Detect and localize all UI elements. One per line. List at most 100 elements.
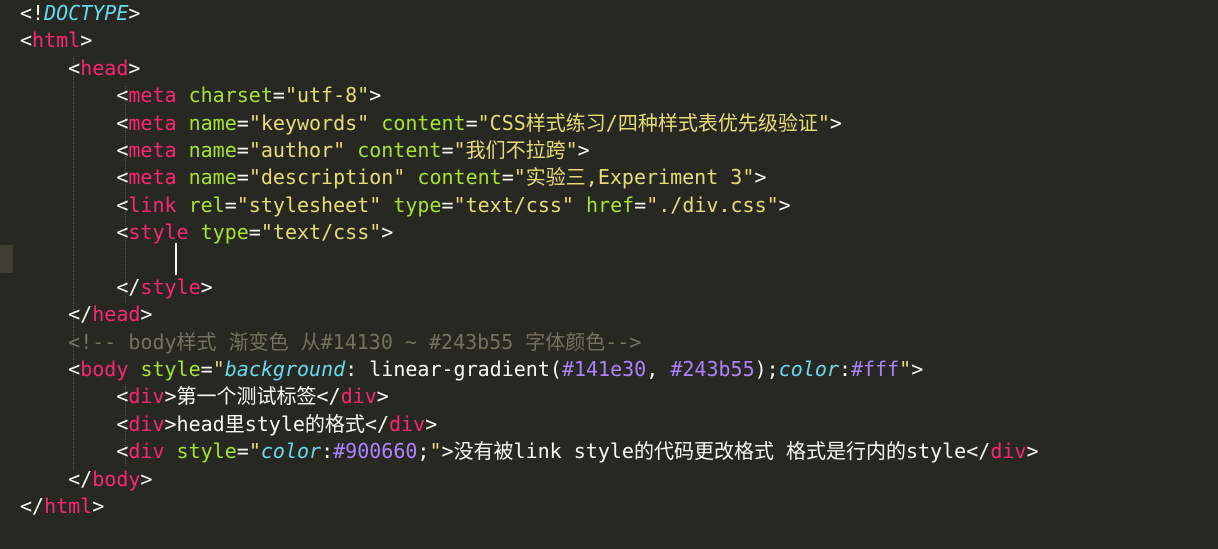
code-line[interactable]: <html> bbox=[20, 27, 1038, 54]
punctuation-token: < bbox=[20, 55, 81, 80]
code-line[interactable]: <meta charset="utf-8"> bbox=[20, 82, 1038, 109]
tag-name-token: head bbox=[80, 55, 129, 80]
punctuation-token: > bbox=[778, 192, 791, 217]
punctuation-token: head里style的格式 bbox=[176, 411, 365, 436]
attribute-name-token: name bbox=[188, 110, 237, 135]
tag-name-token: body bbox=[80, 357, 129, 382]
doctype-token: DOCTYPE bbox=[44, 1, 129, 25]
attribute-name-token: style bbox=[140, 357, 201, 382]
punctuation-token: < bbox=[20, 83, 129, 108]
punctuation-token bbox=[189, 220, 201, 244]
punctuation-token: ; bbox=[417, 439, 430, 464]
string-token: "CSS样式练习/四种样式表优先级验证" bbox=[477, 110, 830, 135]
punctuation-token bbox=[177, 83, 189, 107]
code-line[interactable]: <div style="color:#900660;">没有被link styl… bbox=[20, 438, 1038, 465]
punctuation-token: = bbox=[272, 83, 285, 108]
code-editor[interactable]: <!DOCTYPE> <html> <head> <meta charset="u… bbox=[0, 0, 1218, 549]
code-line[interactable]: <head> bbox=[20, 55, 1038, 82]
punctuation-token: < bbox=[20, 411, 129, 436]
string-token: " bbox=[429, 439, 442, 464]
code-line[interactable]: </html> bbox=[20, 493, 1038, 520]
string-token: "text/css" bbox=[453, 192, 574, 217]
punctuation-token: ); bbox=[754, 357, 779, 382]
code-line[interactable]: <!DOCTYPE> bbox=[20, 0, 1038, 27]
punctuation-token: </ bbox=[20, 274, 141, 299]
punctuation-token: > bbox=[754, 165, 767, 190]
punctuation-token bbox=[177, 193, 189, 217]
code-line[interactable]: <body style="background: linear-gradient… bbox=[20, 356, 1038, 383]
string-token: " bbox=[212, 357, 225, 382]
punctuation-token: = bbox=[236, 110, 249, 135]
code-line[interactable]: </body> bbox=[20, 466, 1038, 493]
string-token: "stylesheet" bbox=[236, 192, 382, 217]
color-value-token: #243b55 bbox=[670, 357, 755, 382]
punctuation-token: </ bbox=[20, 466, 93, 491]
punctuation-token bbox=[405, 165, 417, 189]
string-token: "keywords" bbox=[248, 110, 370, 135]
punctuation-token: < bbox=[20, 165, 129, 190]
tag-name-token: div bbox=[340, 384, 377, 409]
code-line[interactable]: <meta name="description" content="实验三,Ex… bbox=[20, 164, 1038, 191]
punctuation-token: , bbox=[646, 357, 671, 382]
punctuation-token: </ bbox=[316, 384, 341, 409]
punctuation-token bbox=[381, 193, 393, 217]
tag-name-token: meta bbox=[128, 110, 177, 135]
punctuation-token: > bbox=[381, 220, 394, 245]
punctuation-token: 没有被link style的代码更改格式 格式是行内的style bbox=[453, 439, 967, 464]
tag-name-token: html bbox=[32, 28, 81, 53]
punctuation-token: < bbox=[20, 439, 129, 464]
attribute-name-token: name bbox=[188, 137, 237, 162]
punctuation-token: > bbox=[128, 55, 141, 80]
tag-name-token: meta bbox=[128, 165, 177, 190]
punctuation-token: < bbox=[20, 110, 129, 135]
code-line[interactable]: <style type="text/css"> bbox=[20, 219, 1038, 246]
tag-name-token: meta bbox=[128, 137, 177, 162]
punctuation-token: < bbox=[20, 220, 129, 245]
punctuation-token: = bbox=[236, 165, 249, 190]
text-cursor bbox=[175, 243, 177, 275]
punctuation-token: : bbox=[321, 439, 334, 464]
attribute-name-token: rel bbox=[188, 192, 225, 217]
punctuation-token: = bbox=[634, 192, 647, 217]
string-token: "实验三,Experiment 3" bbox=[513, 165, 755, 190]
code-line[interactable]: <meta name="keywords" content="CSS样式练习/四… bbox=[20, 110, 1038, 137]
punctuation-token bbox=[177, 165, 189, 189]
punctuation-token: = bbox=[236, 439, 249, 464]
tag-name-token: div bbox=[128, 411, 165, 436]
code-line[interactable]: <div>第一个测试标签</div> bbox=[20, 383, 1038, 410]
punctuation-token: = bbox=[465, 110, 478, 135]
tag-name-token: meta bbox=[128, 83, 177, 108]
code-line[interactable]: <div>head里style的格式</div> bbox=[20, 411, 1038, 438]
attribute-name-token: type bbox=[200, 220, 249, 245]
punctuation-token: ( bbox=[549, 357, 562, 382]
string-token: "description" bbox=[248, 165, 406, 190]
punctuation-token: = bbox=[236, 137, 249, 162]
code-line[interactable]: <meta name="author" content="我们不拉跨"> bbox=[20, 137, 1038, 164]
tag-name-token: body bbox=[92, 466, 141, 491]
punctuation-token: > bbox=[577, 137, 590, 162]
comment-token: <!-- body样式 渐变色 从#14130 ~ #243b55 字体颜色--… bbox=[20, 329, 642, 354]
code-line[interactable]: <link rel="stylesheet" type="text/css" h… bbox=[20, 192, 1038, 219]
tag-name-token: style bbox=[140, 274, 201, 299]
code-line[interactable]: </head> bbox=[20, 301, 1038, 328]
code-line[interactable]: <!-- body样式 渐变色 从#14130 ~ #243b55 字体颜色--… bbox=[20, 329, 1038, 356]
punctuation-token bbox=[345, 138, 357, 162]
attribute-name-token: style bbox=[176, 439, 237, 464]
punctuation-token: > bbox=[80, 28, 93, 53]
punctuation-token: = bbox=[441, 192, 454, 217]
punctuation-token: </ bbox=[20, 494, 45, 519]
punctuation-token bbox=[574, 193, 586, 217]
punctuation-token: > bbox=[164, 384, 177, 409]
tag-name-token: html bbox=[44, 494, 93, 519]
css-property-token: color bbox=[778, 357, 839, 382]
attribute-name-token: content bbox=[381, 110, 466, 135]
punctuation-token: > bbox=[164, 411, 177, 436]
tag-name-token: div bbox=[128, 439, 165, 464]
attribute-name-token: content bbox=[417, 165, 502, 190]
code-line[interactable] bbox=[20, 247, 1038, 274]
code-area[interactable]: <!DOCTYPE> <html> <head> <meta charset="u… bbox=[20, 0, 1038, 520]
tag-name-token: div bbox=[990, 439, 1027, 464]
string-token: "我们不拉跨" bbox=[453, 137, 578, 162]
punctuation-token: > bbox=[911, 357, 924, 382]
code-line[interactable]: </style> bbox=[20, 274, 1038, 301]
